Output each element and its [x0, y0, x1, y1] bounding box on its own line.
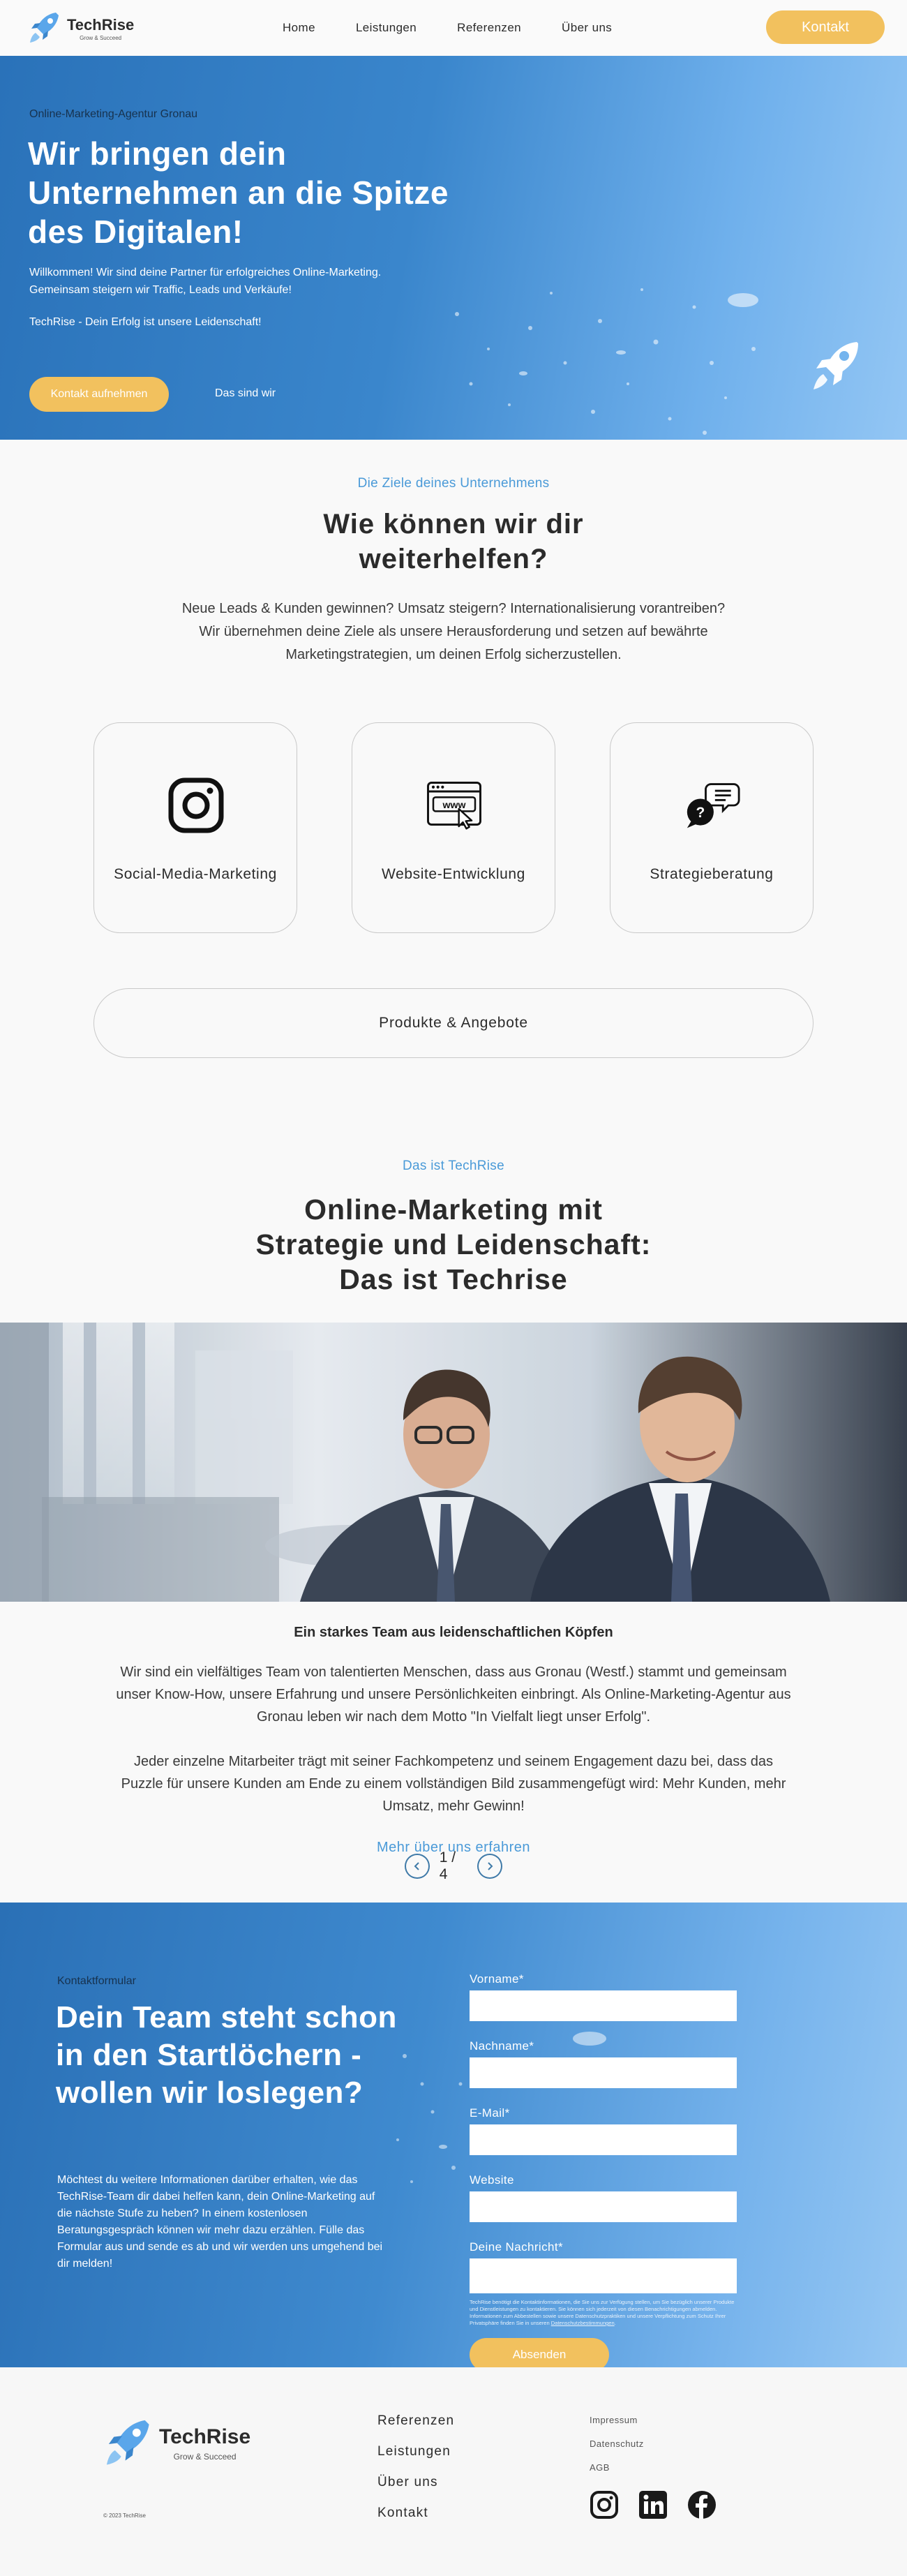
team-paragraph-2: Jeder einzelne Mitarbeiter trägt mit sei…	[121, 1754, 786, 1814]
team-photo	[0, 1323, 907, 1602]
hero-intro-text: Willkommen! Wir sind deine Partner für e…	[29, 267, 382, 296]
nav-link-home[interactable]: Home	[283, 21, 315, 35]
nav-link-referenzen[interactable]: Referenzen	[457, 21, 521, 35]
footer-link-leistungen[interactable]: Leistungen	[377, 2444, 454, 2475]
contact-text: Möchtest du weitere Informationen darübe…	[57, 2174, 383, 2270]
nav-link-ueber-uns[interactable]: Über uns	[562, 21, 612, 35]
hero-title: Wir bringen dein Unternehmen an die Spit…	[28, 135, 449, 250]
chevron-left-icon	[414, 1862, 419, 1870]
facebook-icon[interactable]	[687, 2490, 717, 2519]
about-us-link[interactable]: Das sind wir	[215, 387, 276, 400]
service-card-website[interactable]: www Website-Entwicklung	[352, 722, 555, 933]
contact-form: Vorname* Nachname* E-Mail* Website Deine…	[470, 1972, 737, 2367]
chat-question-icon: ?	[684, 777, 740, 833]
dust-particles-decoration	[455, 288, 758, 435]
submit-button[interactable]: Absenden	[470, 2338, 609, 2367]
message-label: Deine Nachricht*	[470, 2240, 563, 2254]
team-subtitle: Ein starkes Team aus leidenschaftlichen …	[294, 1625, 613, 1640]
logo-tagline: Grow & Succeed	[173, 2451, 237, 2462]
contact-button[interactable]: Kontakt	[766, 10, 885, 44]
footer-link-referenzen[interactable]: Referenzen	[377, 2413, 454, 2444]
email-field[interactable]	[470, 2124, 737, 2155]
website-field[interactable]	[470, 2191, 737, 2222]
contact-cta-button[interactable]: Kontakt aufnehmen	[29, 377, 169, 412]
impressum-link[interactable]: Impressum	[590, 2415, 644, 2439]
team-paragraph-1: Wir sind ein vielfältiges Team von talen…	[116, 1665, 791, 1725]
page: TechRise Grow & Succeed Home Leistungen …	[0, 0, 907, 2576]
privacy-notice: TechRise benötigt die Kontaktinformation…	[470, 2299, 735, 2326]
svg-text:www: www	[442, 800, 466, 811]
contact-section: Kontaktformular Dein Team steht schon in…	[0, 1903, 907, 2367]
header-logo[interactable]: TechRise Grow & Succeed	[28, 10, 134, 48]
lastname-field[interactable]	[470, 2057, 737, 2088]
legal-menu: Impressum Datenschutz AGB	[590, 2415, 644, 2486]
service-card-strategy[interactable]: ? Strategieberatung	[610, 722, 814, 933]
firstname-label: Vorname*	[470, 1972, 524, 1986]
footer: TechRise Grow & Succeed © 2023 TechRise …	[0, 2367, 907, 2576]
rocket-logo-icon	[28, 10, 61, 48]
service-card-social-media[interactable]: Social-Media-Marketing	[93, 722, 297, 933]
rocket-logo-icon	[103, 2416, 153, 2471]
main-menu: Home Leistungen Referenzen Über uns	[283, 21, 612, 35]
service-card-label: Strategieberatung	[650, 866, 774, 882]
goals-title: Wie können wir dir weiterhelfen?	[323, 509, 584, 574]
about-eyebrow: Das ist TechRise	[403, 1159, 504, 1173]
goals-eyebrow: Die Ziele deines Unternehmens	[357, 476, 550, 491]
hero-slogan: TechRise - Dein Erfolg ist unsere Leiden…	[29, 316, 262, 328]
products-offers-card[interactable]: Produkte & Angebote	[93, 988, 814, 1058]
rocket-icon	[802, 335, 865, 401]
linkedin-icon[interactable]	[638, 2490, 668, 2519]
hero-section: Online-Marketing-Agentur Gronau Wir brin…	[0, 56, 907, 440]
footer-link-ueber-uns[interactable]: Über uns	[377, 2475, 454, 2506]
lastname-label: Nachname*	[470, 2039, 534, 2053]
logo-tagline: Grow & Succeed	[80, 34, 122, 41]
firstname-field[interactable]	[470, 1990, 737, 2021]
logo-name: TechRise	[67, 15, 135, 33]
contact-eyebrow: Kontaktformular	[57, 1975, 136, 1987]
logo-name: TechRise	[159, 2425, 251, 2448]
footer-logo[interactable]: TechRise Grow & Succeed	[103, 2416, 250, 2471]
nav-link-leistungen[interactable]: Leistungen	[356, 21, 417, 35]
goals-text: Neue Leads & Kunden gewinnen? Umsatz ste…	[181, 601, 726, 662]
email-label: E-Mail*	[470, 2106, 510, 2120]
next-slide-button[interactable]	[477, 1854, 502, 1879]
service-card-label: Social-Media-Marketing	[114, 866, 277, 882]
social-links	[590, 2490, 717, 2519]
contact-title: Dein Team steht schon in den Startlöcher…	[56, 2000, 397, 2110]
datenschutz-link[interactable]: Datenschutz	[590, 2439, 644, 2462]
instagram-icon[interactable]	[590, 2490, 619, 2519]
top-navigation: TechRise Grow & Succeed Home Leistungen …	[0, 0, 907, 56]
chevron-right-icon	[488, 1862, 493, 1870]
slider-pager: 1 / 4	[405, 1849, 502, 1883]
instagram-icon	[168, 777, 224, 833]
privacy-policy-link[interactable]: Datenschutzbestimmungen	[551, 2320, 615, 2326]
slide-counter: 1 / 4	[439, 1849, 456, 1882]
www-browser-icon: www	[426, 777, 482, 833]
hero-eyebrow: Online-Marketing-Agentur Gronau	[29, 108, 198, 120]
message-field[interactable]	[470, 2258, 737, 2293]
team-text: Wir sind ein vielfältiges Team von talen…	[112, 1661, 795, 1817]
website-label: Website	[470, 2173, 514, 2187]
previous-slide-button[interactable]	[405, 1854, 430, 1879]
footer-menu: Referenzen Leistungen Über uns Kontakt	[377, 2413, 454, 2536]
copyright: © 2023 TechRise	[103, 2512, 146, 2519]
service-card-label: Website-Entwicklung	[382, 866, 525, 882]
about-title: Online-Marketing mit Strategie und Leide…	[255, 1193, 652, 1295]
svg-text:?: ?	[696, 805, 705, 821]
agb-link[interactable]: AGB	[590, 2462, 644, 2486]
footer-link-kontakt[interactable]: Kontakt	[377, 2506, 454, 2536]
